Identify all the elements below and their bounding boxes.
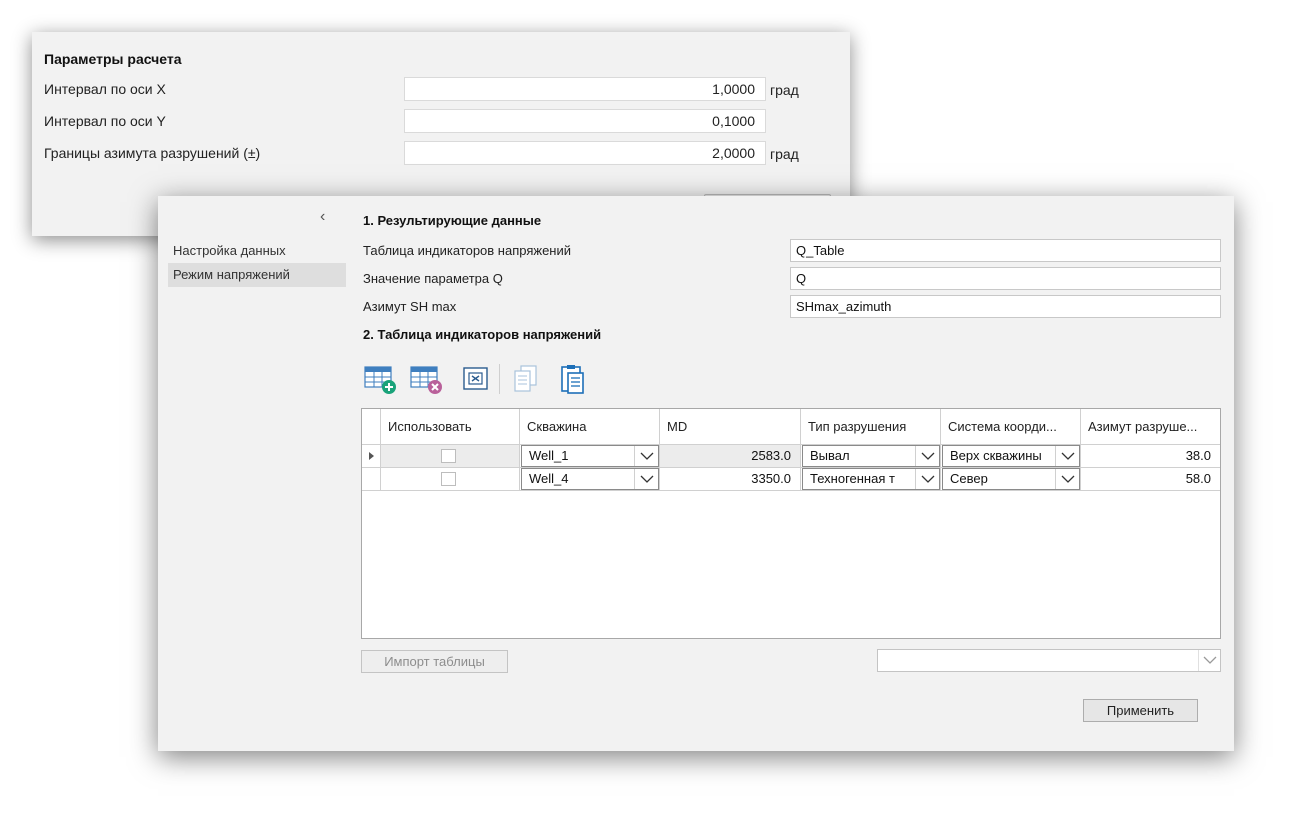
clear-table-icon[interactable] [459, 362, 493, 396]
coord-system-cell: Верх скважины [941, 445, 1081, 468]
failure-type-cell: Техногенная т [801, 468, 941, 491]
use-checkbox[interactable] [441, 472, 456, 486]
azimuth-cell[interactable]: 38.0 [1081, 445, 1220, 468]
chevron-down-icon [915, 469, 939, 489]
delete-row-icon[interactable] [409, 362, 443, 396]
azimuth-bounds-input[interactable]: 2,0000 [404, 141, 766, 165]
row-header-corner [362, 409, 381, 445]
azimuth-bounds-label: Границы азимута разрушений (±) [44, 145, 261, 161]
stress-regime-window: ‹ Настройка данных Режим напряжений 1. Р… [158, 196, 1234, 751]
failure-type-select[interactable]: Вывал [802, 445, 940, 467]
well-select[interactable]: Well_4 [521, 468, 659, 490]
interval-x-input[interactable]: 1,0000 [404, 77, 766, 101]
interval-y-input[interactable]: 0,1000 [404, 109, 766, 133]
chevron-down-icon [1198, 650, 1220, 671]
import-source-select[interactable] [877, 649, 1221, 672]
q-param-label: Значение параметра Q [363, 271, 503, 286]
azimuth-cell[interactable]: 58.0 [1081, 468, 1220, 491]
failure-type-value: Вывал [810, 448, 850, 463]
well-cell: Well_4 [520, 468, 660, 491]
chevron-down-icon [634, 446, 658, 466]
sidebar-item-stress-regime[interactable]: Режим напряжений [168, 263, 346, 287]
table-row[interactable]: Well_4 3350.0 Техногенная т Север 58.0 [362, 468, 1220, 491]
coord-system-value: Север [950, 471, 988, 486]
sidebar-item-label: Режим напряжений [173, 267, 290, 282]
well-select-value: Well_1 [529, 448, 569, 463]
column-header-well[interactable]: Скважина [520, 409, 660, 445]
well-select-value: Well_4 [529, 471, 569, 486]
row-selector[interactable] [362, 445, 381, 468]
section-result-title: 1. Результирующие данные [363, 213, 542, 228]
apply-button[interactable]: Применить [1083, 699, 1198, 722]
column-header-failure-type[interactable]: Тип разрушения [801, 409, 941, 445]
table-row[interactable]: Well_1 2583.0 Вывал Верх скважины 38.0 [362, 445, 1220, 468]
coord-system-cell: Север [941, 468, 1081, 491]
use-cell [381, 445, 520, 468]
indicators-table: Использовать Скважина MD Тип разрушения … [361, 408, 1221, 639]
use-checkbox[interactable] [441, 449, 456, 463]
add-row-icon[interactable] [363, 362, 397, 396]
collapse-sidebar-icon[interactable]: ‹ [320, 208, 325, 226]
column-header-use[interactable]: Использовать [381, 409, 520, 445]
import-table-button[interactable]: Импорт таблицы [361, 650, 508, 673]
indicator-table-label: Таблица индикаторов напряжений [363, 243, 572, 258]
well-select[interactable]: Well_1 [521, 445, 659, 467]
coord-system-select[interactable]: Север [942, 468, 1080, 490]
coord-system-select[interactable]: Верх скважины [942, 445, 1080, 467]
shmax-azimuth-label: Азимут SH max [363, 299, 457, 314]
chevron-down-icon [634, 469, 658, 489]
interval-x-unit: град [770, 82, 799, 98]
column-header-coord-system[interactable]: Система коорди... [941, 409, 1081, 445]
failure-type-select[interactable]: Техногенная т [802, 468, 940, 490]
column-header-md[interactable]: MD [660, 409, 801, 445]
md-cell[interactable]: 3350.0 [660, 468, 801, 491]
shmax-azimuth-input[interactable]: SHmax_azimuth [790, 295, 1221, 318]
coord-system-value: Верх скважины [950, 448, 1042, 463]
sidebar-item-data-settings[interactable]: Настройка данных [168, 239, 346, 263]
column-header-azimuth[interactable]: Азимут разруше... [1081, 409, 1220, 445]
chevron-down-icon [1055, 469, 1079, 489]
table-header: Использовать Скважина MD Тип разрушения … [362, 409, 1220, 445]
failure-type-cell: Вывал [801, 445, 941, 468]
chevron-down-icon [1055, 446, 1079, 466]
copy-icon[interactable] [509, 362, 543, 396]
interval-y-label: Интервал по оси Y [44, 113, 166, 129]
section-table-title: 2. Таблица индикаторов напряжений [363, 327, 602, 342]
well-cell: Well_1 [520, 445, 660, 468]
toolbar-separator [499, 364, 500, 394]
calc-params-title: Параметры расчета [44, 51, 182, 67]
q-param-input[interactable]: Q [790, 267, 1221, 290]
sidebar-item-label: Настройка данных [173, 243, 286, 258]
use-cell [381, 468, 520, 491]
indicator-table-input[interactable]: Q_Table [790, 239, 1221, 262]
current-row-icon [369, 452, 374, 460]
azimuth-bounds-unit: град [770, 146, 799, 162]
chevron-down-icon [915, 446, 939, 466]
paste-icon[interactable] [555, 362, 589, 396]
interval-x-label: Интервал по оси X [44, 81, 166, 97]
md-cell[interactable]: 2583.0 [660, 445, 801, 468]
row-selector[interactable] [362, 468, 381, 491]
failure-type-value: Техногенная т [810, 471, 895, 486]
